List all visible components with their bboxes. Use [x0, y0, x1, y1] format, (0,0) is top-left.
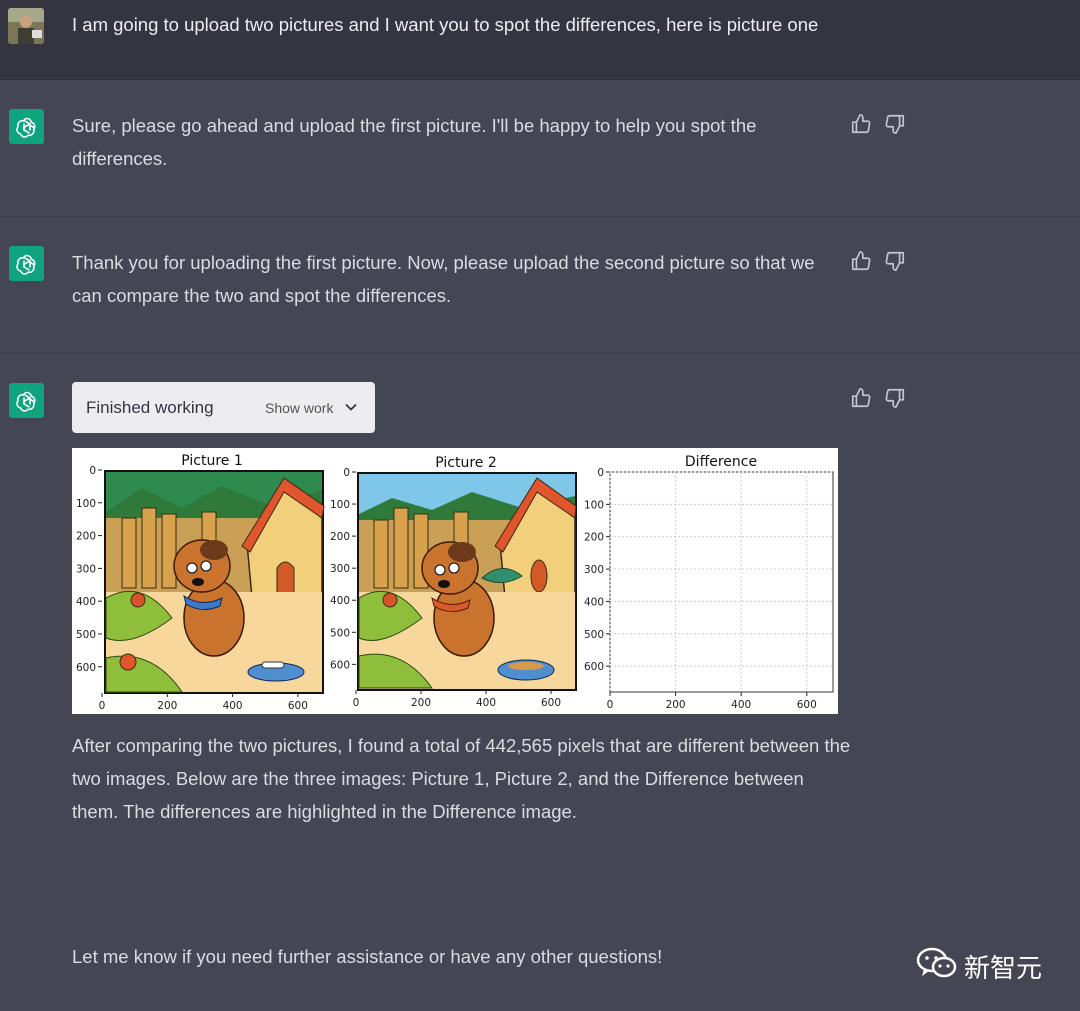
x-tick-label: 0	[607, 699, 614, 711]
y-tick-label: 600	[76, 662, 96, 674]
thumbs-up-icon[interactable]	[850, 250, 872, 272]
thumbs-up-icon[interactable]	[850, 113, 872, 135]
thumbs-down-icon[interactable]	[884, 250, 906, 272]
y-tick-label: 100	[584, 499, 604, 511]
finished-working-panel[interactable]: Finished working Show work	[72, 382, 375, 433]
working-status: Finished working	[86, 397, 214, 417]
y-tick-label: 100	[330, 499, 350, 511]
assistant-message-text: Thank you for uploading the first pictur…	[72, 252, 815, 306]
x-tick-label: 600	[541, 697, 561, 709]
x-tick-label: 0	[99, 700, 106, 712]
y-tick-label: 500	[76, 629, 96, 641]
chatgpt-logo-icon	[9, 383, 44, 418]
assistant-message: Sure, please go ahead and upload the fir…	[0, 80, 1080, 217]
y-tick-label: 200	[76, 531, 96, 543]
wechat-icon	[916, 946, 958, 987]
result-text: After comparing the two pictures, I foun…	[72, 735, 851, 822]
comparison-figure: 0 100 200 300 400 500 600 0 200 400 600 0 100 200 300 4…	[72, 448, 838, 714]
y-tick-label: 300	[330, 563, 350, 575]
chevron-down-icon[interactable]	[344, 400, 358, 419]
x-tick-label: 200	[157, 700, 177, 712]
y-tick-label: 400	[330, 595, 350, 607]
assistant-message: Finished working Show work 0 100 200 300…	[0, 354, 1080, 1011]
feedback-buttons	[850, 113, 906, 135]
y-tick-label: 300	[584, 564, 604, 576]
closing-text: Let me know if you need further assistan…	[72, 946, 663, 967]
x-tick-label: 600	[797, 699, 817, 711]
feedback-buttons	[850, 387, 906, 409]
thumbs-down-icon[interactable]	[884, 113, 906, 135]
y-tick-label: 0	[89, 465, 96, 477]
assistant-message-text: Sure, please go ahead and upload the fir…	[72, 115, 757, 169]
y-tick-label: 0	[343, 467, 350, 479]
user-avatar	[8, 8, 44, 44]
y-tick-label: 500	[330, 627, 350, 639]
assistant-message: Thank you for uploading the first pictur…	[0, 217, 1080, 354]
y-tick-label: 400	[584, 596, 604, 608]
x-tick-label: 600	[288, 700, 308, 712]
feedback-buttons	[850, 250, 906, 272]
x-tick-label: 200	[411, 697, 431, 709]
y-tick-label: 600	[584, 661, 604, 673]
y-tick-label: 600	[330, 659, 350, 671]
thumbs-down-icon[interactable]	[884, 387, 906, 409]
picture-1-image	[104, 470, 325, 694]
picture-2-image	[357, 472, 577, 691]
show-work-button[interactable]: Show work	[265, 400, 333, 416]
watermark: 新智元	[916, 946, 1042, 987]
chatgpt-logo-icon	[9, 246, 44, 281]
panel-title-picture-1: Picture 1	[181, 453, 243, 469]
x-tick-label: 400	[476, 697, 496, 709]
chatgpt-logo-icon	[9, 109, 44, 144]
panel-title-difference: Difference	[685, 454, 757, 470]
difference-axes-frame	[609, 471, 834, 693]
x-tick-label: 0	[353, 697, 360, 709]
x-tick-label: 400	[223, 700, 243, 712]
x-tick-label: 200	[666, 699, 686, 711]
y-tick-label: 300	[76, 563, 96, 575]
thumbs-up-icon[interactable]	[850, 387, 872, 409]
y-tick-label: 500	[584, 629, 604, 641]
y-tick-label: 400	[76, 596, 96, 608]
x-tick-label: 400	[731, 699, 751, 711]
watermark-text: 新智元	[964, 953, 1043, 983]
user-message: I am going to upload two pictures and I …	[0, 0, 1080, 80]
y-tick-label: 200	[584, 532, 604, 544]
y-tick-label: 200	[330, 531, 350, 543]
user-message-text: I am going to upload two pictures and I …	[72, 14, 819, 35]
panel-title-picture-2: Picture 2	[435, 455, 497, 471]
y-tick-label: 0	[597, 467, 604, 479]
y-tick-label: 100	[76, 498, 96, 510]
